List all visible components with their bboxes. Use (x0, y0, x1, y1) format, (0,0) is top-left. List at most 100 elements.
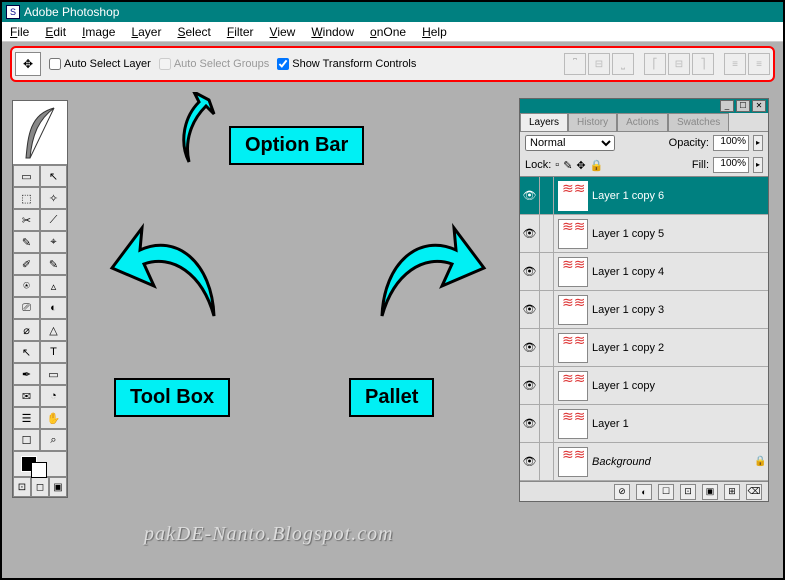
tool-6-0[interactable]: ⎚ (13, 297, 40, 319)
arrow-pallet-icon (354, 188, 494, 328)
visibility-eye-icon[interactable]: 👁 (520, 291, 540, 328)
tab-actions[interactable]: Actions (617, 113, 668, 131)
blend-mode-select[interactable]: Normal (525, 135, 615, 151)
background-swatch[interactable] (31, 462, 47, 478)
layer-row[interactable]: 👁Layer 1 copy 6 (520, 177, 768, 215)
layer-thumbnail[interactable] (558, 333, 588, 363)
opacity-input[interactable]: 100% (713, 135, 749, 151)
visibility-eye-icon[interactable]: 👁 (520, 443, 540, 480)
visibility-eye-icon[interactable]: 👁 (520, 215, 540, 252)
panel-minimize-button[interactable]: _ (720, 100, 734, 112)
tool-8-0[interactable]: ↖ (13, 341, 40, 363)
tool-4-1[interactable]: ✎ (40, 253, 67, 275)
tab-layers[interactable]: Layers (520, 113, 568, 131)
tool-11-1[interactable]: ✋ (40, 407, 67, 429)
menu-filter[interactable]: Filter (219, 23, 262, 41)
menu-layer[interactable]: Layer (123, 23, 169, 41)
tool-12-1[interactable]: ⌕ (40, 429, 67, 451)
align-right: ⎤ (692, 53, 714, 75)
visibility-eye-icon[interactable]: 👁 (520, 405, 540, 442)
layer-thumbnail[interactable] (558, 447, 588, 477)
layer-name: Layer 1 (592, 418, 768, 430)
footer-btn-0[interactable]: ⊘ (614, 484, 630, 500)
color-swatches[interactable] (13, 451, 67, 477)
tool-12-0[interactable]: ☐ (13, 429, 40, 451)
lock-move-icon[interactable]: ✥ (576, 159, 585, 172)
footer-btn-1[interactable]: ◐ (636, 484, 652, 500)
tab-swatches[interactable]: Swatches (668, 113, 729, 131)
tool-5-1[interactable]: ▵ (40, 275, 67, 297)
layer-thumbnail[interactable] (558, 219, 588, 249)
tool-10-0[interactable]: ✉ (13, 385, 40, 407)
menu-file[interactable]: File (2, 23, 37, 41)
tool-9-1[interactable]: ▭ (40, 363, 67, 385)
layer-row[interactable]: 👁Layer 1 copy 2 (520, 329, 768, 367)
menu-edit[interactable]: Edit (37, 23, 74, 41)
lock-transparent-icon[interactable]: ▫ (555, 159, 559, 171)
show-transform-checkbox[interactable]: Show Transform Controls (277, 58, 416, 70)
visibility-eye-icon[interactable]: 👁 (520, 329, 540, 366)
panel-close-button[interactable]: ☐ (736, 100, 750, 112)
tool-4-0[interactable]: ✐ (13, 253, 40, 275)
tool-7-0[interactable]: ⌀ (13, 319, 40, 341)
layer-row[interactable]: 👁Layer 1 copy 4 (520, 253, 768, 291)
mini-btn-0[interactable]: ⊡ (13, 477, 31, 497)
tool-1-0[interactable]: ⬚ (13, 187, 40, 209)
footer-btn-3[interactable]: ⊡ (680, 484, 696, 500)
opacity-dropdown-icon[interactable]: ▸ (753, 135, 763, 151)
layer-row[interactable]: 👁Layer 1 copy 3 (520, 291, 768, 329)
tool-0-0[interactable]: ▭ (13, 165, 40, 187)
tool-6-1[interactable]: ◐ (40, 297, 67, 319)
lock-all-icon[interactable]: 🔒 (590, 159, 604, 172)
visibility-eye-icon[interactable]: 👁 (520, 253, 540, 290)
link-col (540, 443, 554, 480)
footer-btn-6[interactable]: ⌫ (746, 484, 762, 500)
layer-thumbnail[interactable] (558, 371, 588, 401)
lock-brush-icon[interactable]: ✎ (563, 159, 572, 172)
menu-help[interactable]: Help (414, 23, 455, 41)
menu-view[interactable]: View (262, 23, 304, 41)
layer-thumbnail[interactable] (558, 409, 588, 439)
opacity-label: Opacity: (669, 137, 709, 149)
menu-window[interactable]: Window (303, 23, 362, 41)
menu-onone[interactable]: onOne (362, 23, 414, 41)
mini-btn-2[interactable]: ▣ (49, 477, 67, 497)
visibility-eye-icon[interactable]: 👁 (520, 367, 540, 404)
tool-8-1[interactable]: T (40, 341, 67, 363)
layer-thumbnail[interactable] (558, 295, 588, 325)
auto-select-layer-checkbox[interactable]: Auto Select Layer (49, 58, 151, 70)
tool-7-1[interactable]: △ (40, 319, 67, 341)
tool-5-0[interactable]: ⍟ (13, 275, 40, 297)
footer-btn-2[interactable]: ☐ (658, 484, 674, 500)
layer-row[interactable]: 👁Layer 1 copy 5 (520, 215, 768, 253)
tool-10-1[interactable]: ◔ (40, 385, 67, 407)
tool-1-1[interactable]: ✧ (40, 187, 67, 209)
auto-select-layer-input[interactable] (49, 58, 61, 70)
tool-3-1[interactable]: ⌖ (40, 231, 67, 253)
fill-input[interactable]: 100% (713, 157, 749, 173)
tool-3-0[interactable]: ✎ (13, 231, 40, 253)
tool-0-1[interactable]: ↖ (40, 165, 67, 187)
layer-row[interactable]: 👁 Layer 1 (520, 405, 768, 443)
callout-toolbox: Tool Box (114, 378, 230, 417)
menu-image[interactable]: Image (74, 23, 123, 41)
show-transform-input[interactable] (277, 58, 289, 70)
visibility-eye-icon[interactable]: 👁 (520, 177, 540, 214)
tool-2-1[interactable]: ⟋ (40, 209, 67, 231)
tab-history[interactable]: History (568, 113, 617, 131)
tool-2-0[interactable]: ✂ (13, 209, 40, 231)
layer-thumbnail[interactable] (558, 181, 588, 211)
fill-dropdown-icon[interactable]: ▸ (753, 157, 763, 173)
align-hmid: ⊟ (668, 53, 690, 75)
mini-btn-1[interactable]: ◻ (31, 477, 49, 497)
menu-select[interactable]: Select (169, 23, 218, 41)
layer-row[interactable]: 👁Layer 1 copy (520, 367, 768, 405)
footer-btn-5[interactable]: ⊞ (724, 484, 740, 500)
panel-x-button[interactable]: ✕ (752, 100, 766, 112)
tool-11-0[interactable]: ☰ (13, 407, 40, 429)
layer-row[interactable]: 👁Background🔒 (520, 443, 768, 481)
tool-9-0[interactable]: ✒ (13, 363, 40, 385)
layer-thumbnail[interactable] (558, 257, 588, 287)
move-tool-icon[interactable]: ✥ (15, 52, 41, 76)
footer-btn-4[interactable]: ▣ (702, 484, 718, 500)
